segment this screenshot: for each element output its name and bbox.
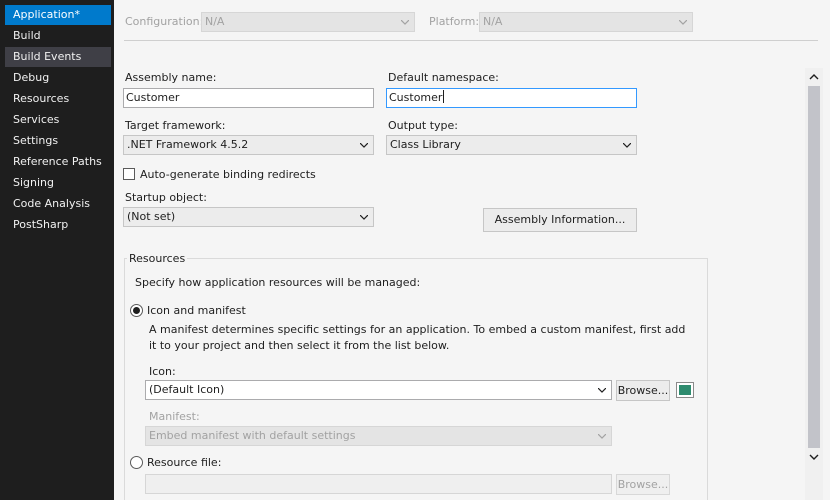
auto-binding-label[interactable]: Auto-generate binding redirects (140, 168, 316, 181)
chevron-down-icon (622, 136, 632, 154)
icon-and-manifest-radio[interactable] (130, 304, 143, 317)
chevron-down-icon (400, 13, 410, 31)
icon-label: Icon: (149, 365, 176, 378)
manifest-value: Embed manifest with default settings (149, 429, 356, 442)
resource-file-input[interactable] (145, 474, 612, 494)
sidebar-item-build[interactable]: Build (5, 26, 111, 46)
toolbar-divider (124, 40, 818, 41)
sidebar-item-code-analysis[interactable]: Code Analysis (5, 194, 111, 214)
platform-value: N/A (483, 15, 503, 28)
radio-selected-dot (133, 307, 140, 314)
scrollbar-thumb[interactable] (808, 86, 820, 448)
output-type-dropdown[interactable]: Class Library (386, 135, 637, 155)
arrow-down-icon[interactable] (805, 448, 823, 466)
icon-value: (Default Icon) (149, 383, 225, 396)
output-type-value: Class Library (390, 138, 461, 151)
sidebar-item-debug[interactable]: Debug (5, 68, 111, 88)
platform-label: Platform: (429, 15, 480, 28)
arrow-up-icon[interactable] (805, 68, 823, 86)
resource-file-label[interactable]: Resource file: (147, 456, 221, 469)
auto-binding-checkbox[interactable] (123, 168, 135, 180)
resource-file-radio[interactable] (130, 456, 143, 469)
target-framework-label: Target framework: (125, 119, 226, 132)
sidebar-item-postsharp[interactable]: PostSharp (5, 215, 111, 235)
properties-panel: Configuration: N/A Platform: N/A Assembl… (114, 0, 830, 500)
sidebar-item-settings[interactable]: Settings (5, 131, 111, 151)
chevron-down-icon (359, 136, 369, 154)
sidebar-item-reference-paths[interactable]: Reference Paths (5, 152, 111, 172)
manifest-help-line2: it to your project and then select it fr… (149, 339, 450, 352)
default-namespace-value: Customer (389, 91, 443, 104)
startup-object-label: Startup object: (125, 191, 207, 204)
default-namespace-input[interactable]: Customer (386, 88, 637, 108)
sidebar-item-build-events[interactable]: Build Events (5, 47, 111, 67)
icon-browse-button[interactable]: Browse... (616, 380, 670, 401)
manifest-help-line1: A manifest determines specific settings … (149, 323, 686, 336)
configuration-dropdown[interactable]: N/A (201, 12, 415, 32)
startup-object-value: (Not set) (127, 210, 176, 223)
manifest-dropdown[interactable]: Embed manifest with default settings (145, 426, 612, 446)
assembly-name-input[interactable]: Customer (123, 88, 374, 108)
sidebar-item-application[interactable]: Application* (5, 5, 111, 25)
assembly-name-label: Assembly name: (125, 71, 217, 84)
platform-dropdown[interactable]: N/A (479, 12, 693, 32)
target-framework-dropdown[interactable]: .NET Framework 4.5.2 (123, 135, 374, 155)
sidebar: Application* Build Build Events Debug Re… (0, 0, 114, 500)
resources-description: Specify how application resources will b… (135, 276, 421, 289)
assembly-information-button[interactable]: Assembly Information... (483, 208, 637, 232)
vertical-scrollbar[interactable] (805, 68, 823, 500)
sidebar-item-signing[interactable]: Signing (5, 173, 111, 193)
resources-group-title: Resources (127, 252, 188, 265)
target-framework-value: .NET Framework 4.5.2 (127, 138, 249, 151)
chevron-down-icon (359, 208, 369, 226)
default-namespace-label: Default namespace: (388, 71, 499, 84)
manifest-label: Manifest: (149, 410, 200, 423)
startup-object-dropdown[interactable]: (Not set) (123, 207, 374, 227)
sidebar-item-resources[interactable]: Resources (5, 89, 111, 109)
app-icon-preview (676, 382, 694, 398)
chevron-down-icon (597, 381, 607, 399)
chevron-down-icon (597, 427, 607, 445)
default-app-icon (679, 385, 691, 395)
icon-dropdown[interactable]: (Default Icon) (145, 380, 612, 400)
chevron-down-icon (678, 13, 688, 31)
sidebar-item-services[interactable]: Services (5, 110, 111, 130)
icon-and-manifest-label[interactable]: Icon and manifest (147, 304, 246, 317)
resource-file-browse-button[interactable]: Browse... (616, 474, 670, 495)
output-type-label: Output type: (388, 119, 458, 132)
text-caret (443, 90, 445, 103)
configuration-value: N/A (205, 15, 225, 28)
configuration-label: Configuration: (125, 15, 204, 28)
